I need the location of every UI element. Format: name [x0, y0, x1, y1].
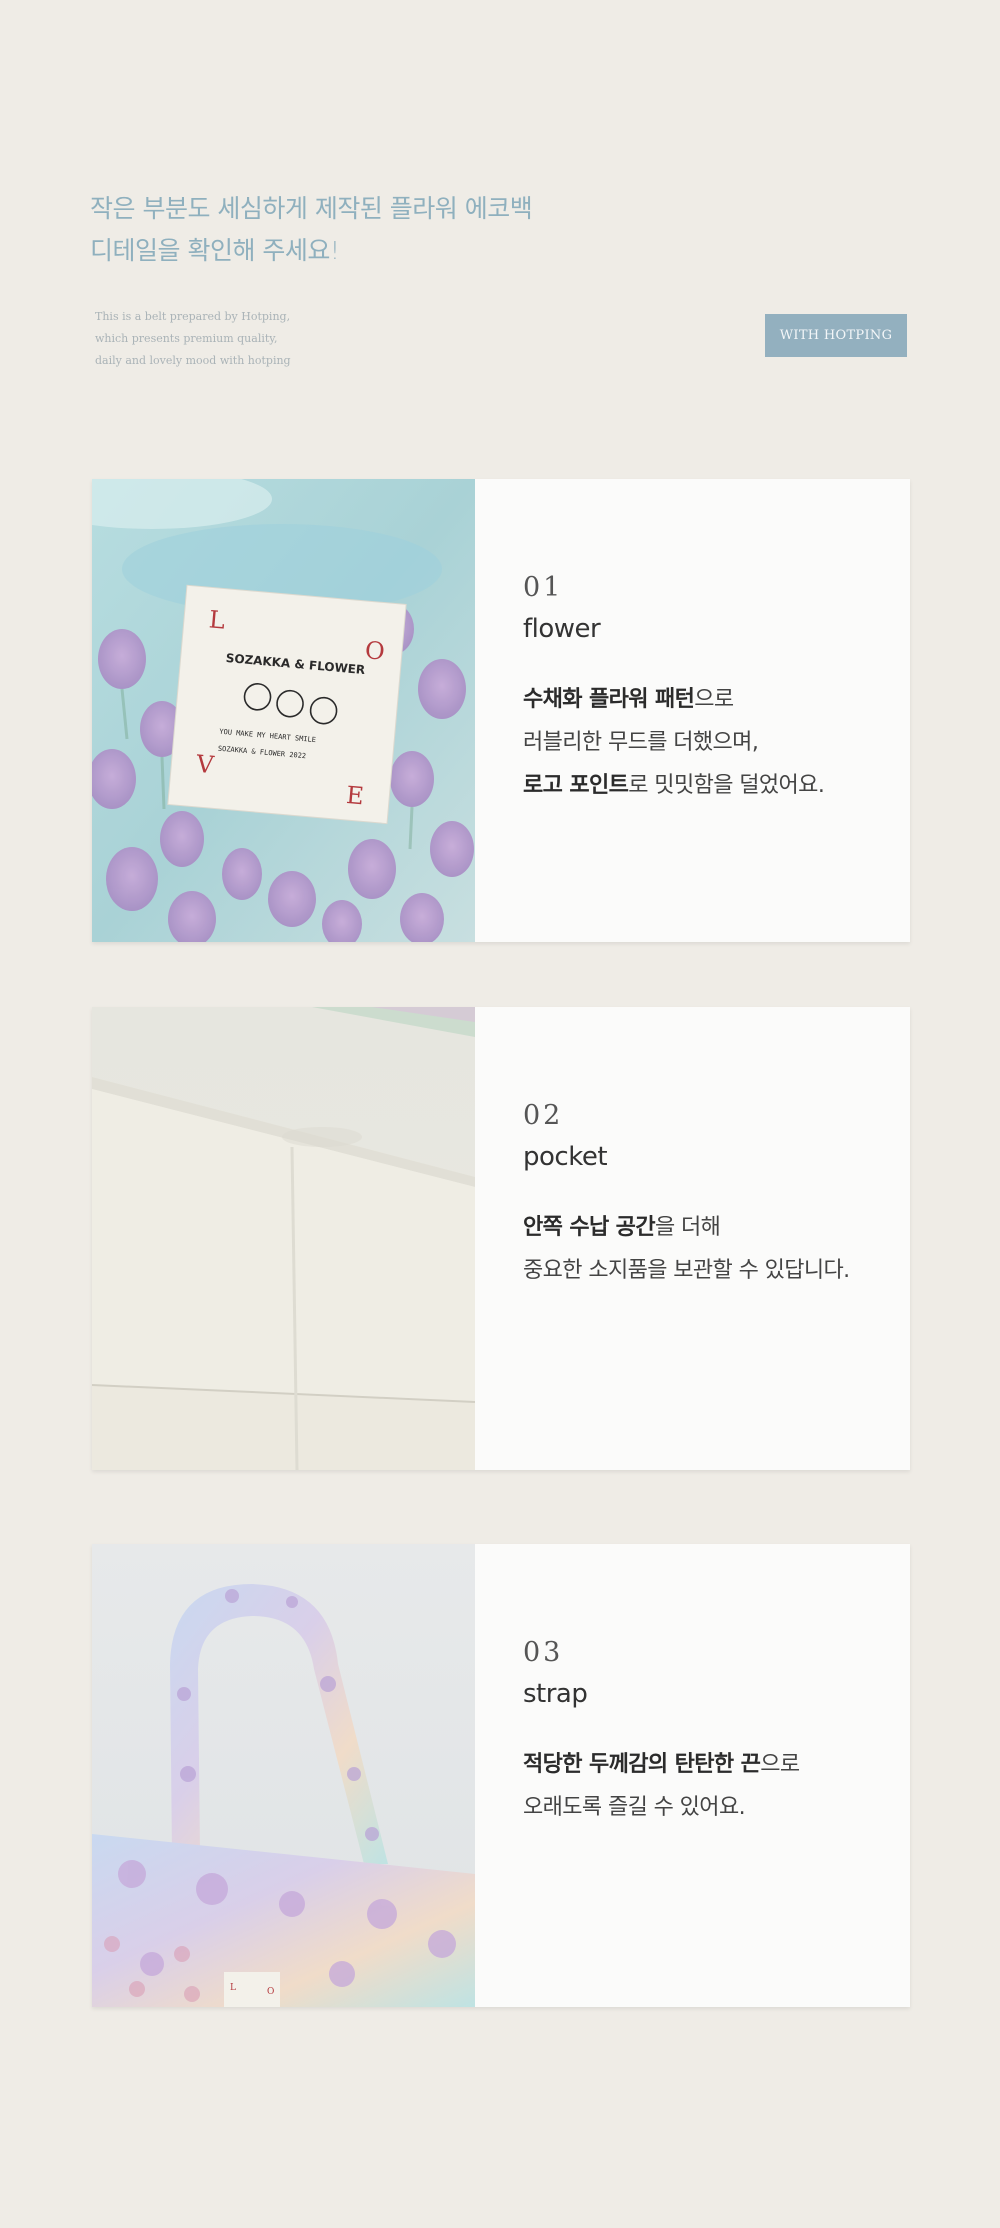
detail-description: 안쪽 수납 공간을 더해 중요한 소지품을 보관할 수 있답니다.: [523, 1206, 850, 1292]
desc-bold: 수채화 플라워 패턴: [523, 687, 695, 712]
intro-title: 작은 부분도 세심하게 제작된 플라워 에코백 디테일을 확인해 주세요!: [90, 188, 533, 272]
strap-label-letter-o: O: [267, 1987, 274, 1997]
intro-description: This is a belt prepared by Hotping, whic…: [95, 306, 291, 372]
detail-description: 수채화 플라워 패턴으로 러블리한 무드를 더했으며, 로고 포인트로 밋밋함을…: [523, 678, 825, 807]
pocket-photo: [92, 1007, 475, 1470]
label-letter-o: O: [364, 636, 386, 666]
label-letter-v: V: [194, 750, 215, 780]
intro-desc-line3: daily and lovely mood with hotping: [95, 354, 291, 367]
intro-desc-line2: which presents premium quality,: [95, 332, 278, 345]
strap-label-letter-l: L: [230, 1983, 236, 1993]
desc-text: 으로: [760, 1752, 800, 1777]
desc-bold: 안쪽 수납 공간: [523, 1215, 656, 1240]
strap-photo: L O: [92, 1544, 475, 2007]
desc-bold: 로고 포인트: [523, 773, 629, 798]
desc-line2: 러블리한 무드를 더했으며,: [523, 730, 759, 755]
flower-text: 01 flower 수채화 플라워 패턴으로 러블리한 무드를 더했으며, 로고…: [475, 479, 825, 942]
detail-card-flower: L O V E SOZAKKA & FLOWER YOU MAKE MY HEA…: [92, 479, 910, 942]
detail-number: 02: [523, 1100, 564, 1131]
detail-name: pocket: [523, 1142, 608, 1172]
label-letter-e: E: [345, 781, 365, 810]
with-hotping-button[interactable]: WITH HOTPING: [765, 314, 907, 357]
detail-number: 03: [523, 1637, 564, 1668]
intro-title-line2: 디테일을 확인해 주세요!: [90, 236, 340, 265]
detail-name: flower: [523, 614, 601, 644]
flower-label-photo: L O V E SOZAKKA & FLOWER YOU MAKE MY HEA…: [92, 479, 475, 942]
intro-title-line1: 작은 부분도 세심하게 제작된 플라워 에코백: [90, 194, 533, 223]
intro-desc-line1: This is a belt prepared by Hotping,: [95, 310, 291, 323]
desc-line2: 오래도록 즐길 수 있어요.: [523, 1795, 746, 1820]
strap-text: 03 strap 적당한 두께감의 탄탄한 끈으로 오래도록 즐길 수 있어요.: [475, 1544, 800, 2007]
desc-text: 을 더해: [654, 1215, 721, 1240]
desc-line2: 중요한 소지품을 보관할 수 있답니다.: [523, 1258, 850, 1283]
detail-card-strap: L O 03 strap 적당한 두께감의 탄탄한 끈으로 오래도록 즐길 수 …: [92, 1544, 910, 2007]
label-letter-l: L: [208, 605, 226, 634]
desc-text: 으로: [694, 687, 734, 712]
detail-number: 01: [523, 572, 564, 603]
detail-name: strap: [523, 1679, 588, 1709]
desc-bold: 적당한 두께감의 탄탄한 끈: [523, 1752, 761, 1777]
desc-text: 로 밋밋함을 덜었어요.: [628, 773, 825, 798]
detail-description: 적당한 두께감의 탄탄한 끈으로 오래도록 즐길 수 있어요.: [523, 1743, 800, 1829]
detail-card-pocket: 02 pocket 안쪽 수납 공간을 더해 중요한 소지품을 보관할 수 있답…: [92, 1007, 910, 1470]
pocket-text: 02 pocket 안쪽 수납 공간을 더해 중요한 소지품을 보관할 수 있답…: [475, 1007, 850, 1470]
